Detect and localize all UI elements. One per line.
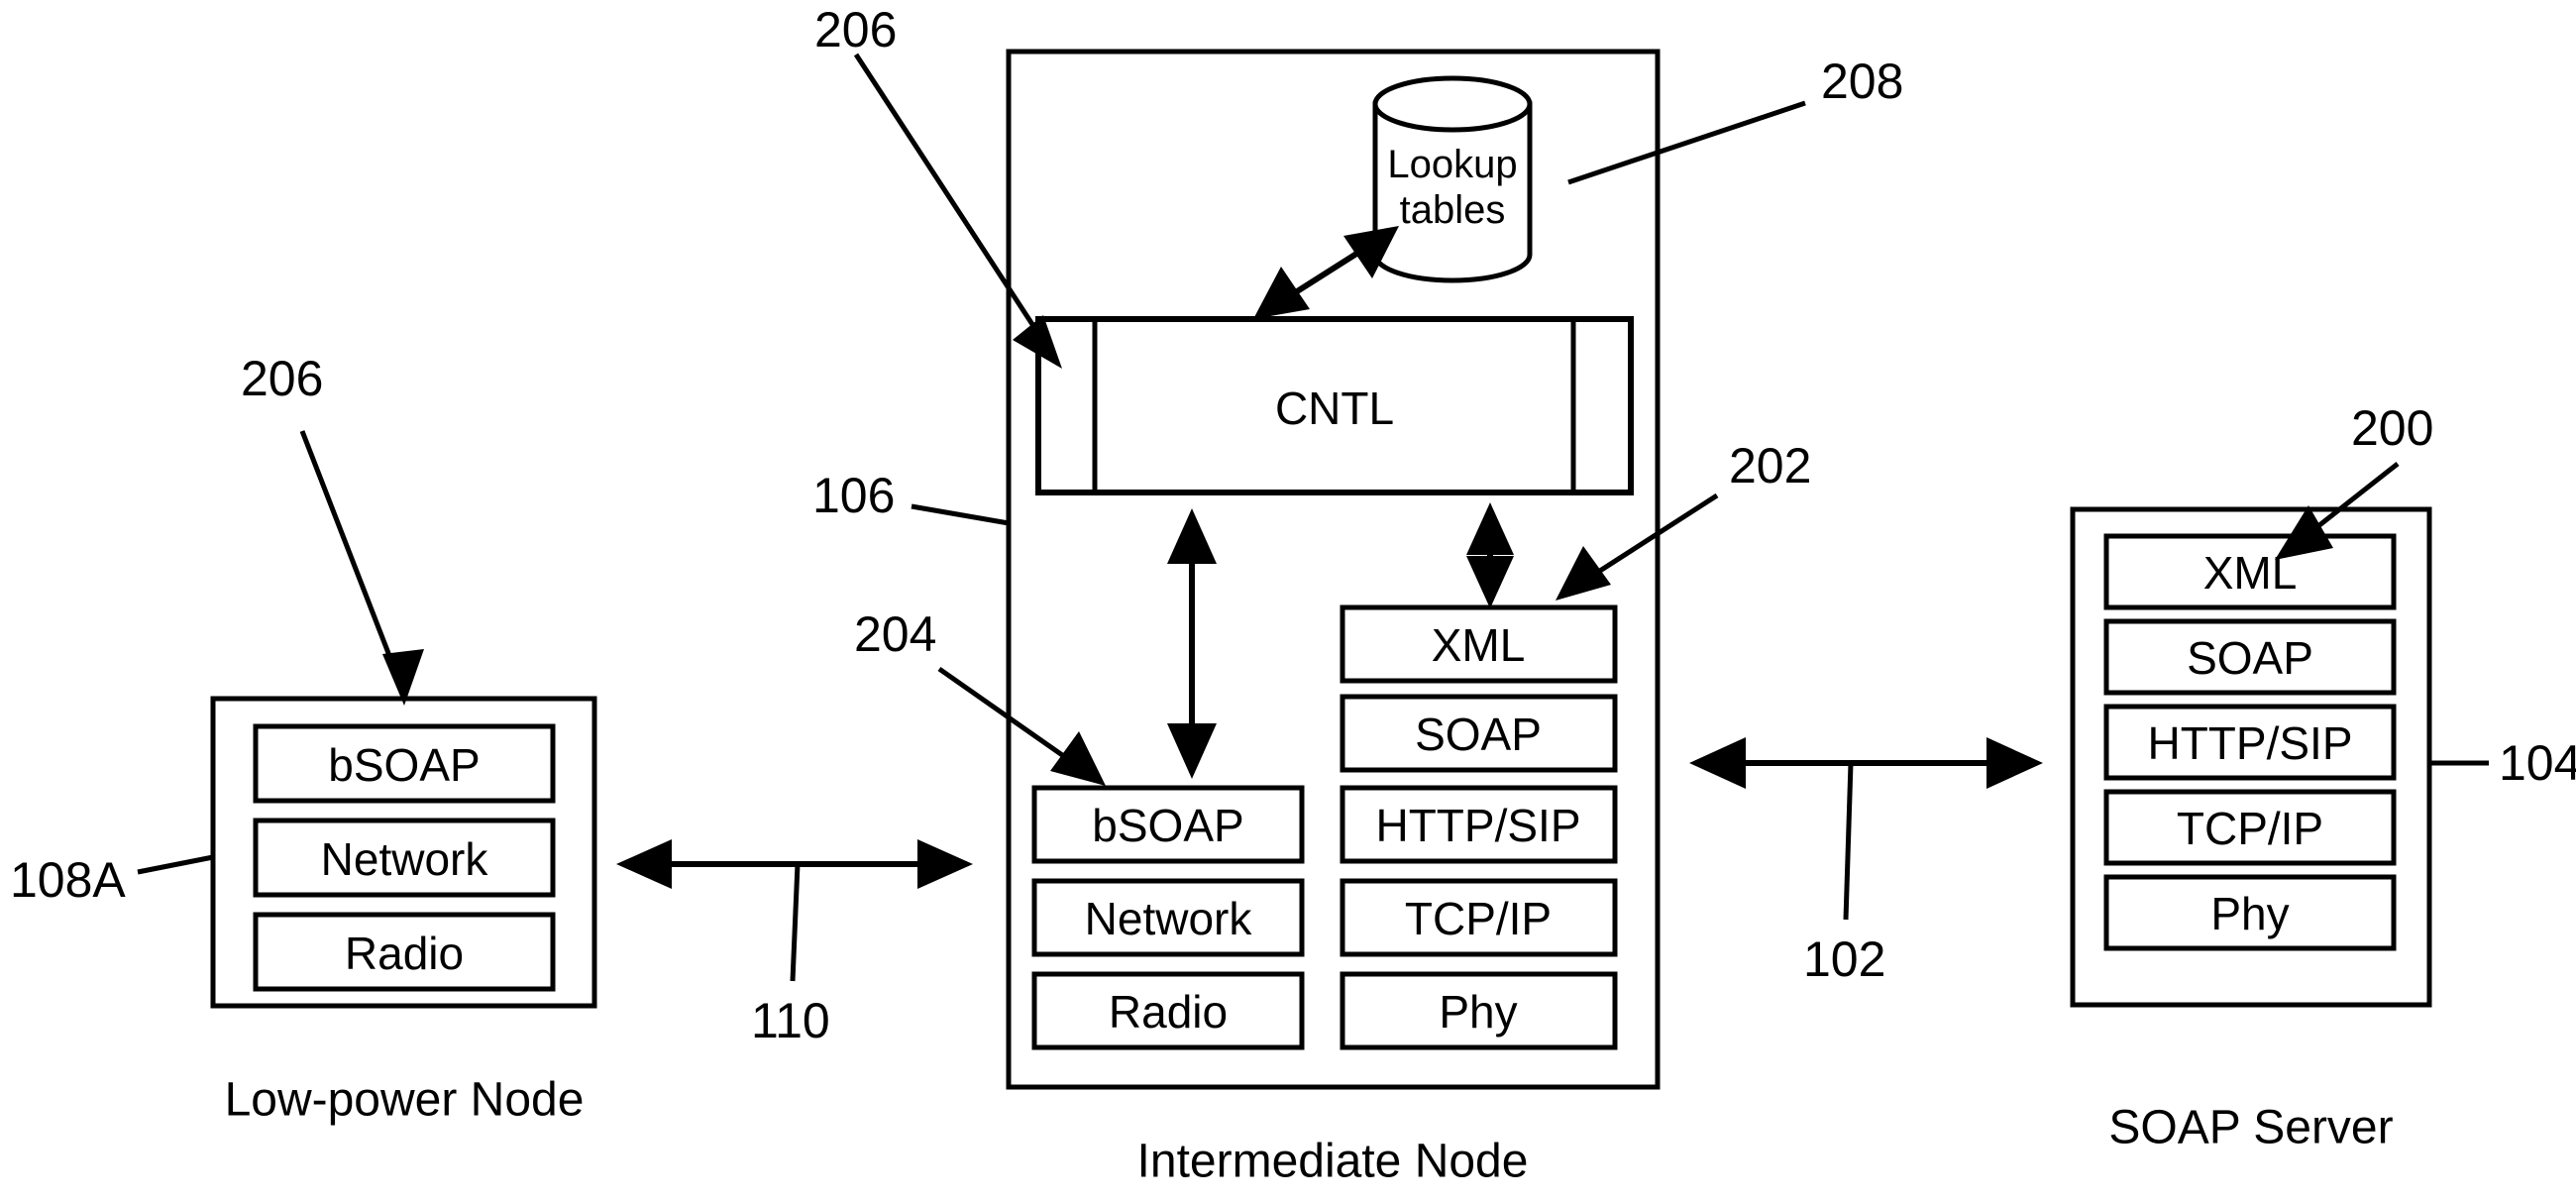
intermediate-layer-radio-label: Radio — [1109, 986, 1228, 1038]
lookup-tables-label-line2: tables — [1400, 188, 1506, 232]
low-power-callout-206: 206 — [241, 351, 323, 406]
intermediate-reference-leader-line — [911, 503, 1010, 526]
intermediate-node-caption: Intermediate Node — [1137, 1136, 1529, 1188]
lookup-tables-cylinder-group[interactable]: Lookup tables — [1372, 75, 1533, 283]
intermediate-layer-soap-label: SOAP — [1415, 709, 1542, 760]
low-power-layer-network-label: Network — [321, 833, 489, 885]
cntl-band-group[interactable]: CNTL — [1035, 316, 1634, 495]
link-102-right-arrowhead — [1986, 737, 2043, 789]
soap-server-layer-tcpip-label: TCP/IP — [2177, 803, 2323, 854]
low-power-node-caption: Low-power Node — [225, 1074, 585, 1127]
cntl-callout-206: 206 — [814, 2, 897, 57]
intermediate-layer-xml-label: XML — [1432, 619, 1526, 671]
intermediate-reference-106: 106 — [812, 468, 895, 523]
soap-server-layer-soap-label: SOAP — [2187, 632, 2313, 684]
link-110-left-arrowhead — [616, 839, 672, 889]
low-power-node-group: bSOAP Network Radio 206 108A Low-power N… — [10, 351, 597, 1127]
link-102-left-arrowhead — [1689, 737, 1746, 789]
link-110-reference: 110 — [751, 993, 830, 1048]
soap-server-group: XML SOAP HTTP/SIP TCP/IP Phy 200 104 SOA… — [2070, 400, 2576, 1154]
link-110-right-arrowhead — [917, 839, 973, 889]
soap-server-caption: SOAP Server — [2108, 1102, 2393, 1154]
lookup-tables-callout-208: 208 — [1821, 54, 1903, 109]
intermediate-layer-bsoap-label: bSOAP — [1092, 800, 1243, 851]
link-102-reference: 102 — [1803, 931, 1885, 987]
soap-server-callout-200: 200 — [2351, 400, 2433, 456]
link-110-group: 110 — [616, 839, 973, 1048]
intermediate-layer-httpsip-label: HTTP/SIP — [1375, 800, 1580, 851]
soap-server-layer-phy-label: Phy — [2210, 888, 2289, 939]
patent-figure-svg: bSOAP Network Radio 206 108A Low-power N… — [10, 2, 2576, 1188]
link-102-leader-line — [1843, 762, 1854, 921]
low-power-reference-leader-line — [137, 854, 214, 875]
link-110-leader-line — [790, 863, 801, 982]
figure-canvas: bSOAP Network Radio 206 108A Low-power N… — [0, 0, 2576, 1204]
soap-server-layer-httpsip-label: HTTP/SIP — [2147, 717, 2352, 769]
low-power-layer-bsoap-label: bSOAP — [328, 739, 480, 791]
link-102-group: 102 — [1689, 737, 2043, 987]
lookup-tables-cylinder-top — [1372, 75, 1533, 133]
intermediate-node-group: Lookup tables 208 CNTL 206 106 bSOAP Net… — [812, 2, 1903, 1188]
low-power-layer-radio-label: Radio — [345, 928, 464, 979]
low-power-reference-108a: 108A — [10, 852, 126, 908]
intermediate-right-stack-callout-202: 202 — [1729, 438, 1811, 493]
low-power-callout-leader-line — [299, 430, 403, 685]
lookup-tables-label-line1: Lookup — [1387, 143, 1517, 186]
intermediate-layer-network-label: Network — [1085, 893, 1253, 944]
intermediate-layer-tcpip-label: TCP/IP — [1405, 893, 1552, 944]
cntl-label: CNTL — [1275, 383, 1394, 434]
intermediate-layer-phy-label: Phy — [1439, 986, 1517, 1038]
intermediate-left-stack-callout-204: 204 — [854, 606, 936, 662]
soap-server-reference-104: 104 — [2499, 735, 2576, 791]
